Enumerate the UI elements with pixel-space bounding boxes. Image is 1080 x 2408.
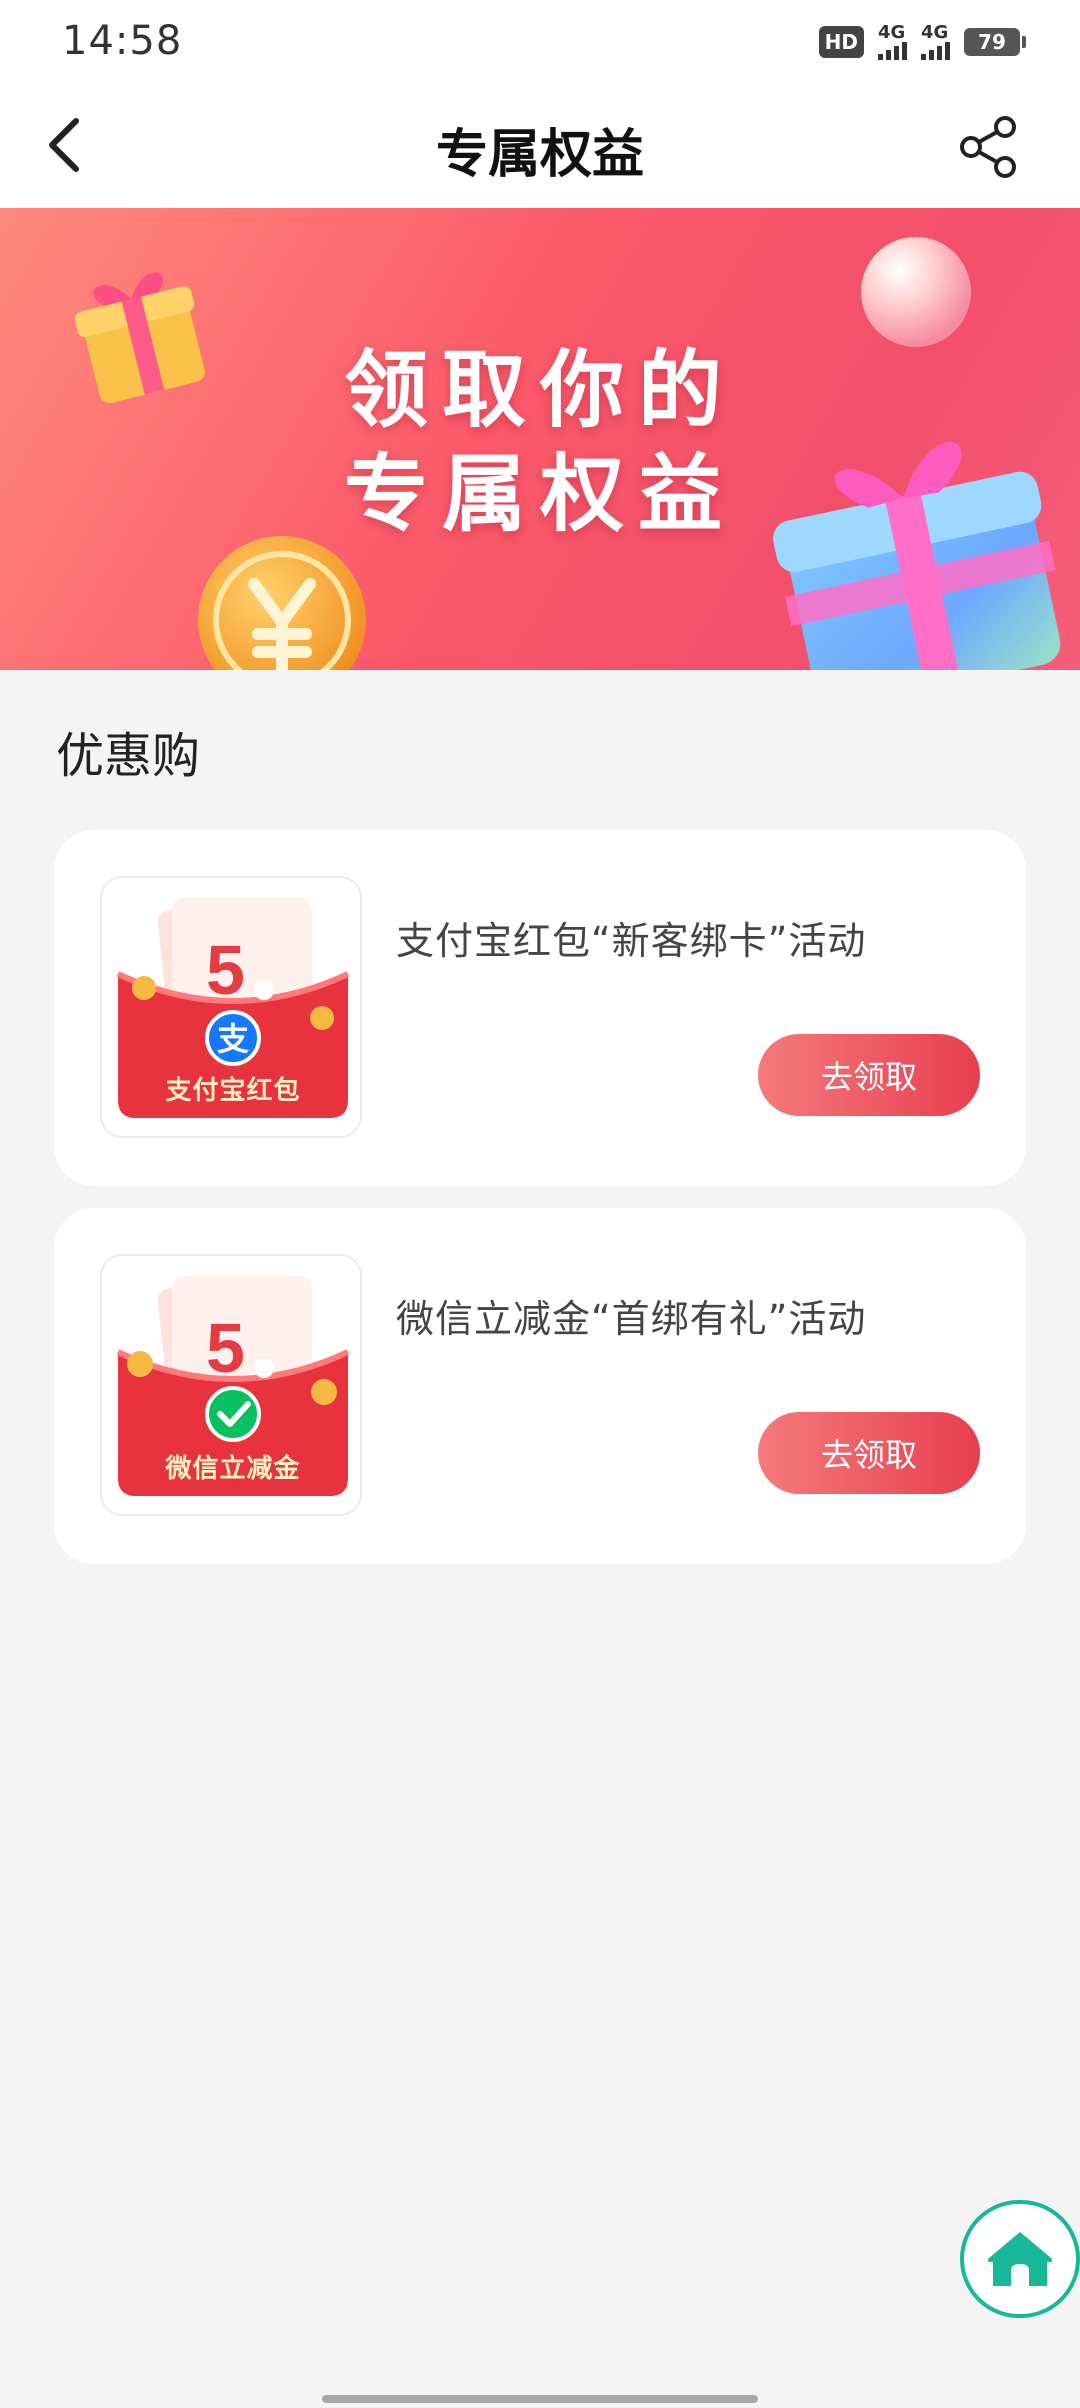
offer-title: 支付宝红包“新客绑卡”活动 bbox=[396, 919, 867, 963]
top-bar: 14:58 HD 4G 4G 79 专属权益 bbox=[0, 0, 1080, 208]
status-time: 14:58 bbox=[62, 18, 183, 64]
hd-badge: HD bbox=[818, 26, 864, 58]
offer-card-alipay[interactable]: 支 5 支付宝红包 支付宝红包“新客绑卡”活动 去领取 bbox=[54, 830, 1026, 1186]
banner-headline: 领取你的 专属权益 bbox=[0, 338, 1080, 546]
signal-4g-icon: 4G bbox=[878, 24, 907, 60]
offer-title: 微信立减金“首绑有礼”活动 bbox=[396, 1297, 867, 1341]
home-icon bbox=[988, 2232, 1052, 2286]
thumb-amount: 5 bbox=[206, 931, 245, 1009]
share-button[interactable] bbox=[954, 112, 1024, 182]
pearl-ball-icon bbox=[861, 237, 971, 347]
claim-button[interactable]: 去领取 bbox=[758, 1412, 980, 1494]
section-title: 优惠购 bbox=[56, 728, 201, 784]
offer-thumbnail: 支 5 支付宝红包 bbox=[100, 876, 362, 1138]
battery-icon: 79 bbox=[964, 28, 1026, 56]
page-title: 专属权益 bbox=[435, 125, 644, 185]
offer-card-wechat[interactable]: 5 微信立减金 微信立减金“首绑有礼”活动 去领取 bbox=[54, 1208, 1026, 1564]
screen: 14:58 HD 4G 4G 79 专属权益 领取你的 专属权益 优惠购 支 5… bbox=[0, 0, 1080, 2408]
offer-thumbnail: 5 微信立减金 bbox=[100, 1254, 362, 1516]
thumb-amount: 5 bbox=[206, 1309, 245, 1387]
promo-banner: 领取你的 专属权益 bbox=[0, 208, 1080, 670]
banner-line-2: 专属权益 bbox=[343, 445, 736, 543]
status-icons: HD 4G 4G 79 bbox=[818, 24, 1026, 60]
banner-line-1: 领取你的 bbox=[343, 341, 736, 439]
signal-4g-icon-2: 4G bbox=[921, 24, 950, 60]
thumb-label: 支付宝红包 bbox=[165, 1076, 301, 1106]
home-button[interactable] bbox=[960, 2200, 1080, 2318]
coin-icon bbox=[198, 536, 366, 670]
claim-button[interactable]: 去领取 bbox=[758, 1034, 980, 1116]
gesture-bar bbox=[322, 2395, 758, 2403]
thumb-label: 微信立减金 bbox=[165, 1454, 301, 1484]
alipay-icon: 支 bbox=[217, 1020, 249, 1058]
share-icon bbox=[960, 116, 1016, 178]
